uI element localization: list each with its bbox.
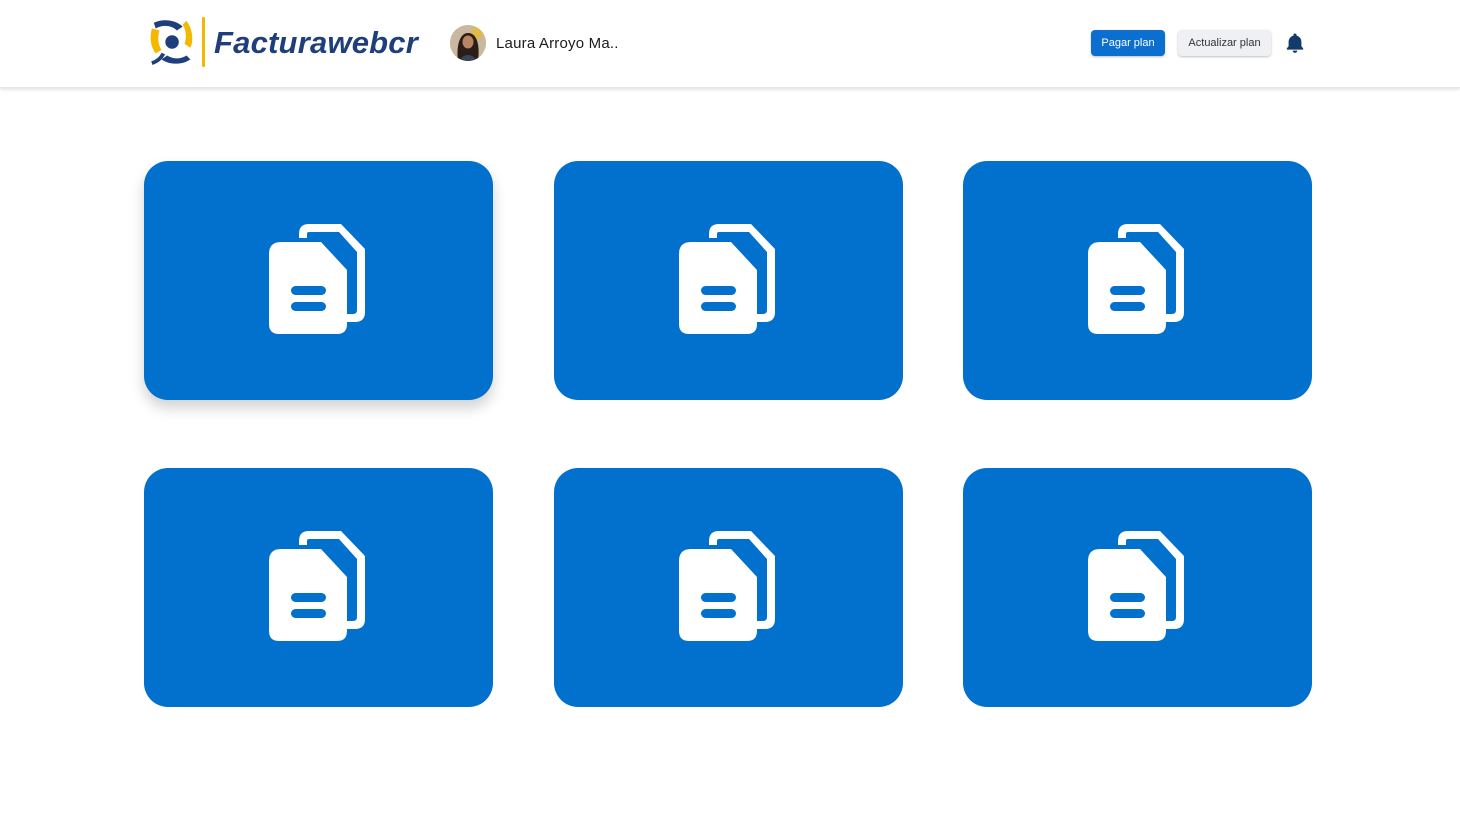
- documents-icon: [1087, 530, 1184, 641]
- document-card[interactable]: [144, 161, 493, 400]
- documents-icon: [1087, 223, 1184, 334]
- logo-divider: [202, 17, 206, 67]
- pay-plan-button[interactable]: Pagar plan: [1091, 30, 1165, 56]
- avatar[interactable]: [450, 25, 486, 61]
- top-bar: Facturawebcr Laura Arroyo Ma.. Pagar pla…: [0, 0, 1460, 88]
- document-card[interactable]: [554, 468, 903, 707]
- documents-icon: [268, 530, 365, 641]
- document-card[interactable]: [963, 161, 1312, 400]
- brand-logo[interactable]: Facturawebcr: [148, 16, 418, 68]
- user-name: Laura Arroyo Ma..: [496, 34, 619, 52]
- document-card[interactable]: [554, 161, 903, 400]
- brand-name: Facturawebcr: [214, 24, 418, 60]
- update-plan-button[interactable]: Actualizar plan: [1178, 30, 1271, 56]
- documents-icon: [268, 223, 365, 334]
- avatar-image-icon: [450, 25, 486, 61]
- document-card[interactable]: [963, 468, 1312, 707]
- document-card[interactable]: [144, 468, 493, 707]
- user-profile[interactable]: Laura Arroyo Ma..: [450, 24, 619, 62]
- documents-icon: [678, 223, 775, 334]
- documents-icon: [678, 530, 775, 641]
- bell-icon[interactable]: [1283, 31, 1307, 55]
- logo-mark-icon: [150, 20, 193, 66]
